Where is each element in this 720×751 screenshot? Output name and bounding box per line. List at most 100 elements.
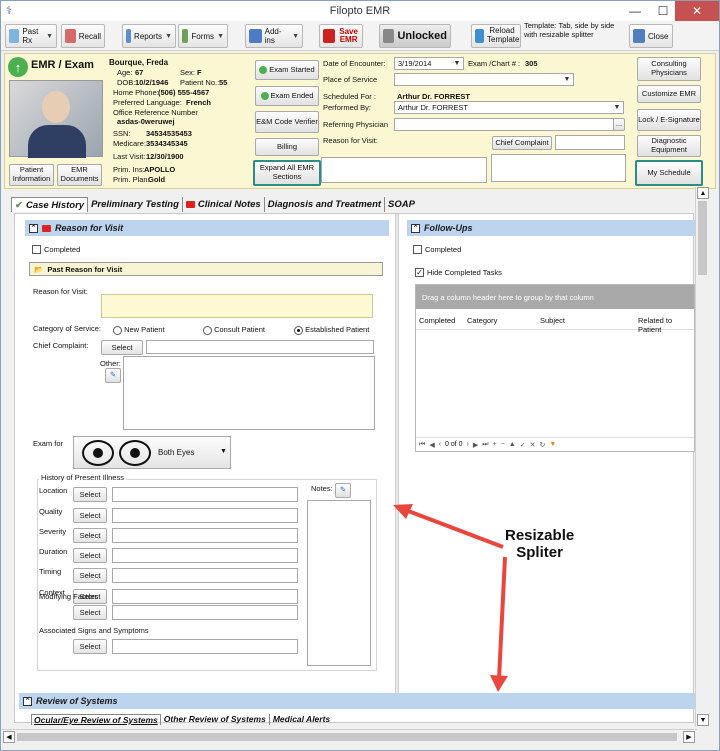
diagnostic-equipment-button[interactable]: Diagnostic Equipment xyxy=(637,135,701,157)
tab-case-history[interactable]: ✔ Case History xyxy=(11,197,89,212)
billing-button[interactable]: Billing xyxy=(255,138,319,156)
horizontal-scrollbar[interactable]: ◀ ▶ xyxy=(1,729,697,743)
em-code-verifier-button[interactable]: E&M Code Verifier xyxy=(255,111,319,133)
check-icon[interactable]: ✓ xyxy=(520,441,526,449)
tab-soap[interactable]: SOAP xyxy=(385,197,418,212)
exam-for-selector[interactable]: Both Eyes ▼ xyxy=(73,436,231,469)
next-icon[interactable]: › xyxy=(467,441,469,448)
prev-icon[interactable]: ‹ xyxy=(439,441,441,448)
collapse-icon[interactable]: ⌃ xyxy=(23,696,32,706)
arrow-up-icon[interactable]: ↑ xyxy=(8,57,28,77)
col-category[interactable]: Category xyxy=(467,316,497,325)
hpi-input[interactable] xyxy=(112,528,298,543)
tab-medical-alerts[interactable]: Medical Alerts xyxy=(270,714,333,725)
pen-icon[interactable]: ✎ xyxy=(105,368,121,383)
close-button[interactable]: Close xyxy=(629,24,673,48)
hpi-input[interactable] xyxy=(112,487,298,502)
date-of-encounter-field[interactable]: 3/19/2014 ▼ xyxy=(394,57,464,70)
reload-template-button[interactable]: Reload Template xyxy=(471,24,521,48)
reports-button[interactable]: Reports ▼ xyxy=(122,24,176,48)
chief-complaint-button[interactable]: Chief Complaint xyxy=(492,136,552,150)
lock-esignature-button[interactable]: Lock / E-Signature xyxy=(637,109,701,131)
hpi-select-button[interactable]: Select xyxy=(73,487,107,502)
col-related[interactable]: Related to Patient xyxy=(638,316,694,334)
scroll-thumb[interactable] xyxy=(698,201,707,275)
hscroll-thumb[interactable] xyxy=(17,733,677,741)
hpi-select-button[interactable]: Select xyxy=(73,528,107,543)
minimize-button[interactable]: — xyxy=(621,1,649,21)
hpi-input[interactable] xyxy=(112,548,298,563)
col-subject[interactable]: Subject xyxy=(540,316,565,325)
chief-complaint-notes[interactable] xyxy=(491,154,626,182)
remove-icon[interactable]: − xyxy=(501,441,505,448)
tab-diagnosis-treatment[interactable]: Diagnosis and Treatment xyxy=(265,197,386,212)
hpi-input[interactable] xyxy=(112,508,298,523)
hpi-select-button[interactable]: Select xyxy=(73,548,107,563)
hpi-input[interactable] xyxy=(112,589,298,604)
addins-button[interactable]: Add-ins ▼ xyxy=(245,24,303,48)
new-patient-radio[interactable] xyxy=(113,325,122,335)
vertical-scrollbar[interactable]: ▲ ▼ xyxy=(695,187,709,727)
hpi-select-button[interactable]: Select xyxy=(73,508,107,523)
performed-by-select[interactable]: Arthur Dr. FORREST ▼ xyxy=(394,101,624,114)
consult-patient-radio[interactable] xyxy=(203,325,212,335)
review-systems-header[interactable]: ⌃ Review of Systems xyxy=(19,693,695,709)
col-completed[interactable]: Completed xyxy=(419,316,455,325)
scroll-down-icon[interactable]: ▼ xyxy=(697,714,709,726)
chief-complaint-select-button[interactable]: Select xyxy=(101,340,143,355)
past-rx-button[interactable]: Past Rx ▼ xyxy=(5,24,57,48)
next-page-icon[interactable]: ▶ xyxy=(473,441,478,449)
emr-documents-button[interactable]: EMR Documents xyxy=(57,164,102,186)
collapse-icon[interactable]: ⌃ xyxy=(29,223,38,233)
hpi-notes-textarea[interactable] xyxy=(307,500,371,666)
followups-section-header[interactable]: ⌃ Follow-Ups xyxy=(407,220,695,236)
pen-icon[interactable]: ✎ xyxy=(335,483,351,498)
tab-ocular-review[interactable]: Ocular/Eye Review of Systems xyxy=(31,714,161,725)
group-by-panel[interactable]: Drag a column header here to group by th… xyxy=(416,285,694,309)
filter-icon[interactable]: ▼ xyxy=(549,441,556,448)
established-patient-option[interactable]: Established Patient xyxy=(294,325,369,335)
last-page-icon[interactable]: ⏭ xyxy=(482,441,488,449)
refresh-icon[interactable]: ↻ xyxy=(539,441,545,449)
expand-all-sections-button[interactable]: Expand All EMR Sections xyxy=(253,160,321,186)
scroll-right-icon[interactable]: ▶ xyxy=(683,731,695,743)
exam-ended-button[interactable]: Exam Ended xyxy=(255,86,319,106)
past-reason-bar[interactable]: 📂 Past Reason for Visit xyxy=(29,262,383,276)
tab-other-review[interactable]: Other Review of Systems xyxy=(161,714,270,725)
hpi-select-button[interactable]: Select xyxy=(73,568,107,583)
collapse-icon[interactable]: ⌃ xyxy=(411,223,420,233)
chief-complaint-field[interactable] xyxy=(555,135,625,150)
followups-completed-checkbox[interactable] xyxy=(413,245,422,254)
exam-started-button[interactable]: Exam Started xyxy=(255,60,319,80)
established-patient-radio[interactable] xyxy=(294,325,303,335)
add-icon[interactable]: + xyxy=(493,441,497,448)
up-icon[interactable]: ▲ xyxy=(509,441,516,448)
other-notes-textarea[interactable] xyxy=(123,356,375,430)
referring-physician-field[interactable] xyxy=(394,118,614,131)
close-window-button[interactable]: ✕ xyxy=(675,1,719,21)
tab-preliminary-testing[interactable]: Preliminary Testing xyxy=(88,197,183,212)
recall-button[interactable]: Recall xyxy=(61,24,105,48)
hpi-input[interactable] xyxy=(112,639,298,654)
reason-section-header[interactable]: ⌃ Reason for Visit xyxy=(25,220,389,236)
new-patient-option[interactable]: New Patient xyxy=(113,325,165,335)
reason-for-visit-input[interactable] xyxy=(101,294,373,318)
hpi-input[interactable] xyxy=(112,568,298,583)
place-of-service-select[interactable]: ▼ xyxy=(394,73,574,86)
prev-page-icon[interactable]: ◀ xyxy=(429,441,434,449)
my-schedule-button[interactable]: My Schedule xyxy=(635,160,703,186)
consult-patient-option[interactable]: Consult Patient xyxy=(203,325,265,335)
referring-lookup-button[interactable]: ... xyxy=(613,118,625,131)
forms-button[interactable]: Forms ▼ xyxy=(178,24,228,48)
hide-completed-checkbox[interactable]: ✓ xyxy=(415,268,424,277)
hpi-select-button[interactable]: Select xyxy=(73,605,107,620)
scroll-up-icon[interactable]: ▲ xyxy=(697,187,709,199)
cancel-icon[interactable]: ✕ xyxy=(530,441,536,449)
maximize-button[interactable]: ☐ xyxy=(649,1,677,21)
consulting-physicians-button[interactable]: Consulting Physicians xyxy=(637,57,701,81)
hpi-select-button[interactable]: Select xyxy=(73,639,107,654)
first-page-icon[interactable]: ⏮ xyxy=(419,441,425,449)
tab-clinical-notes[interactable]: Clinical Notes xyxy=(183,197,265,212)
reason-for-visit-field[interactable] xyxy=(321,157,487,183)
scroll-left-icon[interactable]: ◀ xyxy=(3,731,15,743)
